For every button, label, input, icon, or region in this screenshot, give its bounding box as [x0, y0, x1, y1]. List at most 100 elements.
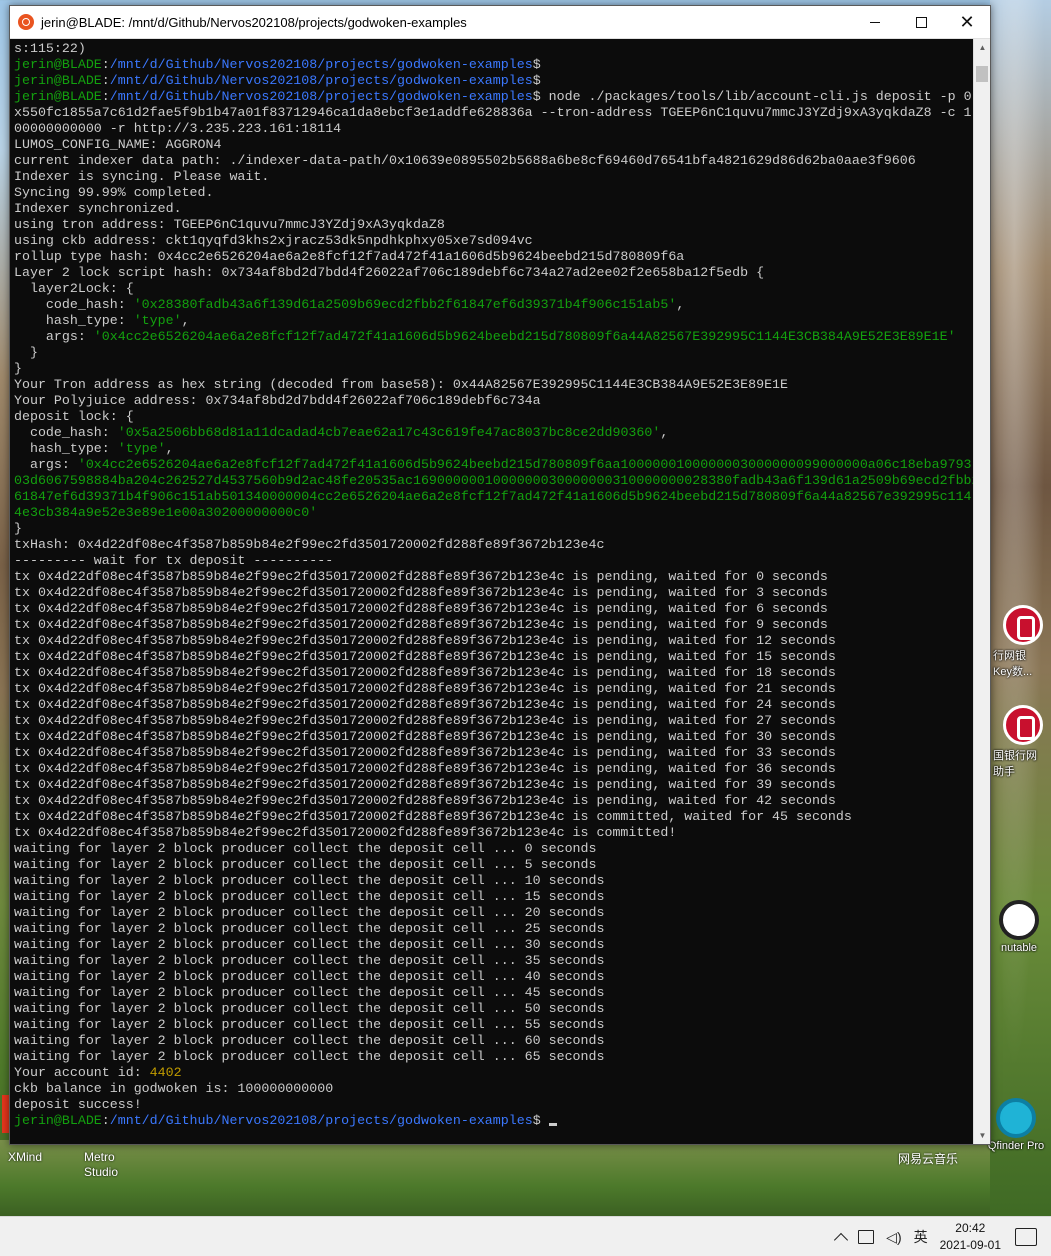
terminal-text: '0x4cc2e6526204ae6a2e8fcf12f7ad472f41a16… [93, 329, 956, 344]
terminal-text: Layer 2 lock script hash: 0x734af8bd2d7b… [14, 265, 765, 280]
terminal-text: deposit success! [14, 1097, 142, 1112]
terminal-line: --------- wait for tx deposit ---------- [14, 553, 976, 569]
terminal-text: tx 0x4d22df08ec4f3587b859b84e2f99ec2fd35… [14, 585, 828, 600]
terminal-text: '0x4cc2e6526204ae6a2e8fcf12f7ad472f41a16… [77, 457, 972, 472]
clock[interactable]: 20:42 2021-09-01 [940, 1220, 1001, 1254]
terminal-line: Indexer is syncing. Please wait. [14, 169, 976, 185]
terminal-line: waiting for layer 2 block producer colle… [14, 921, 976, 937]
notification-center-icon[interactable] [1015, 1228, 1037, 1246]
terminal-text: args: [14, 457, 78, 472]
terminal-text: txHash: 0x4d22df08ec4f3587b859b84e2f99ec… [14, 537, 605, 552]
terminal-text: 4e3cb384a9e52e3e89e1e00a30200000000c0' [14, 505, 318, 520]
terminal-line: layer2Lock: { [14, 281, 976, 297]
terminal-line: waiting for layer 2 block producer colle… [14, 1033, 976, 1049]
metro-studio-label[interactable]: Metro Studio [84, 1150, 118, 1180]
terminal-text: waiting for layer 2 block producer colle… [14, 1017, 605, 1032]
terminal-text: 61847ef6d39371b4f906c151ab501340000004cc… [14, 489, 972, 504]
terminal-line: Your account id: 4402 [14, 1065, 976, 1081]
qfinder-icon[interactable]: Qfinder Pro [986, 1098, 1046, 1152]
desktop-icon-label: Qfinder Pro [987, 1140, 1045, 1152]
terminal-cursor [548, 1123, 557, 1126]
terminal-text: using tron address: TGEEP6nC1quvu7mmcJ3Y… [14, 217, 445, 232]
terminal-line: Syncing 99.99% completed. [14, 185, 976, 201]
terminal-line: LUMOS_CONFIG_NAME: AGGRON4 [14, 137, 976, 153]
desktop-icon-label: 国银行网 助手 [993, 750, 1037, 778]
terminal-line: tx 0x4d22df08ec4f3587b859b84e2f99ec2fd35… [14, 601, 976, 617]
ubuntu-icon [18, 14, 34, 30]
immutable-icon[interactable]: nutable [989, 900, 1049, 954]
terminal-line: 61847ef6d39371b4f906c151ab501340000004cc… [14, 489, 976, 505]
boc-icon-1[interactable]: 行网银 Key数... [993, 605, 1051, 679]
terminal-text: jerin@BLADE [14, 73, 102, 88]
terminal-text: 00000000000 -r http://3.235.223.161:1811… [14, 121, 342, 136]
immutable-logo-icon [999, 900, 1039, 940]
terminal-line: txHash: 0x4d22df08ec4f3587b859b84e2f99ec… [14, 537, 976, 553]
terminal-line: tx 0x4d22df08ec4f3587b859b84e2f99ec2fd35… [14, 617, 976, 633]
show-hidden-icons-icon[interactable] [834, 1232, 849, 1248]
terminal-line: waiting for layer 2 block producer colle… [14, 1017, 976, 1033]
network-icon[interactable] [858, 1230, 875, 1244]
terminal-text: waiting for layer 2 block producer colle… [14, 921, 605, 936]
terminal-area[interactable]: s:115:22) jerin@BLADE:/mnt/d/Github/Nervo… [10, 39, 990, 1144]
terminal-line: tx 0x4d22df08ec4f3587b859b84e2f99ec2fd35… [14, 825, 976, 841]
terminal-text: /mnt/d/Github/Nervos202108/projects/godw… [109, 57, 533, 72]
title-bar[interactable]: jerin@BLADE: /mnt/d/Github/Nervos202108/… [10, 6, 990, 39]
xmind-label[interactable]: XMind [8, 1150, 42, 1164]
terminal-line: deposit lock: { [14, 409, 976, 425]
terminal-text: '0x28380fadb43a6f139d61a2509b69ecd2fbb2f… [133, 297, 677, 312]
terminal-line: tx 0x4d22df08ec4f3587b859b84e2f99ec2fd35… [14, 665, 976, 681]
terminal-line: hash_type: 'type', [14, 441, 976, 457]
terminal-text: tx 0x4d22df08ec4f3587b859b84e2f99ec2fd35… [14, 697, 836, 712]
terminal-line: 4e3cb384a9e52e3e89e1e00a30200000000c0' [14, 505, 976, 521]
speaker-icon[interactable]: ◁) [886, 1229, 901, 1246]
terminal-text: Your account id: [14, 1065, 150, 1080]
maximize-button[interactable] [898, 6, 944, 39]
terminal-line: waiting for layer 2 block producer colle… [14, 985, 976, 1001]
terminal-text: tx 0x4d22df08ec4f3587b859b84e2f99ec2fd35… [14, 633, 836, 648]
terminal-line: waiting for layer 2 block producer colle… [14, 953, 976, 969]
scrollbar-thumb[interactable] [976, 66, 988, 82]
terminal-text: : [101, 89, 110, 104]
terminal-text: LUMOS_CONFIG_NAME: AGGRON4 [14, 137, 222, 152]
terminal-line: waiting for layer 2 block producer colle… [14, 1001, 976, 1017]
scroll-down-icon[interactable]: ▼ [974, 1127, 991, 1144]
terminal-text: : [101, 57, 110, 72]
terminal-line: tx 0x4d22df08ec4f3587b859b84e2f99ec2fd35… [14, 761, 976, 777]
terminal-line: rollup type hash: 0x4cc2e6526204ae6a2e8f… [14, 249, 976, 265]
terminal-line: waiting for layer 2 block producer colle… [14, 905, 976, 921]
terminal-line: code_hash: '0x28380fadb43a6f139d61a2509b… [14, 297, 976, 313]
terminal-line: hash_type: 'type', [14, 313, 976, 329]
terminal-text: layer2Lock: { [14, 281, 134, 296]
terminal-text: hash_type: [14, 313, 134, 328]
terminal-text: tx 0x4d22df08ec4f3587b859b84e2f99ec2fd35… [14, 793, 836, 808]
terminal-text: tx 0x4d22df08ec4f3587b859b84e2f99ec2fd35… [14, 729, 836, 744]
netease-music-label[interactable]: 网易云音乐 [898, 1150, 958, 1167]
terminal-text: rollup type hash: 0x4cc2e6526204ae6a2e8f… [14, 249, 685, 264]
terminal-line: args: '0x4cc2e6526204ae6a2e8fcf12f7ad472… [14, 457, 976, 473]
terminal-text: current indexer data path: ./indexer-dat… [14, 153, 916, 168]
terminal-text: waiting for layer 2 block producer colle… [14, 1033, 605, 1048]
ime-indicator[interactable]: 英 [914, 1227, 928, 1247]
terminal-line: tx 0x4d22df08ec4f3587b859b84e2f99ec2fd35… [14, 569, 976, 585]
terminal-text: waiting for layer 2 block producer colle… [14, 937, 605, 952]
terminal-line: waiting for layer 2 block producer colle… [14, 857, 976, 873]
terminal-text: 'type' [133, 313, 182, 328]
close-button[interactable]: ✕ [944, 6, 990, 39]
desktop-wallpaper-bottom [0, 1140, 990, 1216]
terminal-output[interactable]: s:115:22) jerin@BLADE:/mnt/d/Github/Nervo… [14, 41, 976, 1141]
minimize-button[interactable] [852, 6, 898, 39]
terminal-text: Your Tron address as hex string (decoded… [14, 377, 789, 392]
terminal-line: tx 0x4d22df08ec4f3587b859b84e2f99ec2fd35… [14, 633, 976, 649]
terminal-text: hash_type: [14, 441, 118, 456]
scroll-up-icon[interactable]: ▲ [974, 39, 991, 56]
terminal-line: current indexer data path: ./indexer-dat… [14, 153, 976, 169]
terminal-line: Your Tron address as hex string (decoded… [14, 377, 976, 393]
terminal-text: tx 0x4d22df08ec4f3587b859b84e2f99ec2fd35… [14, 649, 836, 664]
terminal-text: code_hash: [14, 297, 134, 312]
terminal-line: jerin@BLADE:/mnt/d/Github/Nervos202108/p… [14, 73, 976, 89]
terminal-line: tx 0x4d22df08ec4f3587b859b84e2f99ec2fd35… [14, 713, 976, 729]
desktop-icon-label: nutable [1000, 942, 1038, 954]
boc-icon-2[interactable]: 国银行网 助手 [993, 705, 1051, 779]
vertical-scrollbar[interactable]: ▲ ▼ [973, 39, 990, 1144]
bank-of-china-icon [1003, 705, 1043, 745]
